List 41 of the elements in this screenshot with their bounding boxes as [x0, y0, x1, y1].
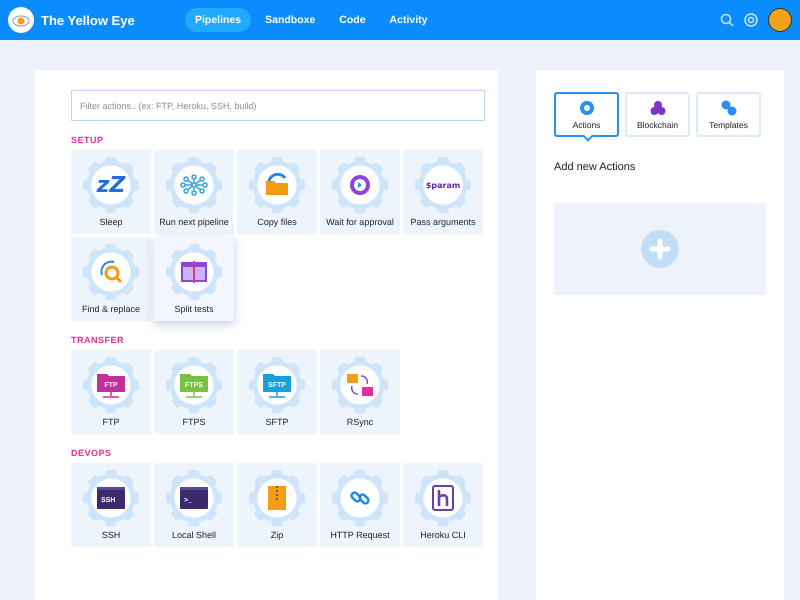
action-tile[interactable]: HTTP Request — [320, 463, 400, 547]
panel-heading: Add new Actions — [554, 161, 636, 173]
sync-folders-icon — [345, 371, 375, 399]
gear-badge-icon — [82, 156, 140, 214]
lifebuoy-icon[interactable] — [744, 13, 758, 27]
avatar[interactable] — [768, 8, 792, 32]
sleep-icon: zZ — [96, 172, 126, 198]
section-title: SETUP — [71, 135, 105, 145]
magnifier-icon — [98, 259, 124, 285]
zip-file-icon — [266, 484, 288, 512]
action-tile[interactable]: Zip — [237, 463, 317, 547]
action-tile[interactable]: Split tests — [154, 237, 234, 321]
category-tab[interactable]: Templates — [696, 92, 761, 137]
cubes-icon — [650, 100, 666, 116]
action-tile[interactable]: Run next pipeline — [154, 150, 234, 234]
category-tab[interactable]: Blockchain — [625, 92, 690, 137]
eye-logo-icon — [8, 7, 34, 33]
heroku-logo-icon — [432, 485, 454, 511]
node-graph-icon — [180, 174, 208, 196]
gear-badge-icon — [331, 469, 389, 527]
search-icon[interactable] — [720, 13, 734, 27]
plus-icon — [641, 230, 679, 268]
param-icon: $param — [426, 180, 460, 190]
filter-field[interactable]: Filter actions.. (ex: FTP, Heroku, SSH, build) — [71, 90, 485, 121]
action-tile[interactable]: Find & replace — [71, 237, 151, 321]
action-tile[interactable]: $param Pass arguments — [403, 150, 483, 234]
action-tile[interactable]: Wait for approval — [320, 150, 400, 234]
gear-badge-icon — [331, 356, 389, 414]
split-window-icon — [180, 260, 208, 284]
folder-icon — [263, 173, 291, 197]
gears-icon — [720, 100, 736, 116]
section-title: TRANSFER — [71, 335, 125, 345]
brand-name: The Yellow Eye — [41, 12, 136, 28]
gear-badge-icon — [82, 243, 140, 301]
gear-badge-icon — [414, 156, 472, 214]
action-tile[interactable]: zZ Sleep — [71, 150, 151, 234]
gear-badge-icon — [165, 156, 223, 214]
action-tile[interactable]: Copy files — [237, 150, 317, 234]
action-tile[interactable]: Heroku CLI — [403, 463, 483, 547]
action-tile[interactable]: RSync — [320, 350, 400, 434]
section-title: DEVOPS — [71, 448, 113, 458]
